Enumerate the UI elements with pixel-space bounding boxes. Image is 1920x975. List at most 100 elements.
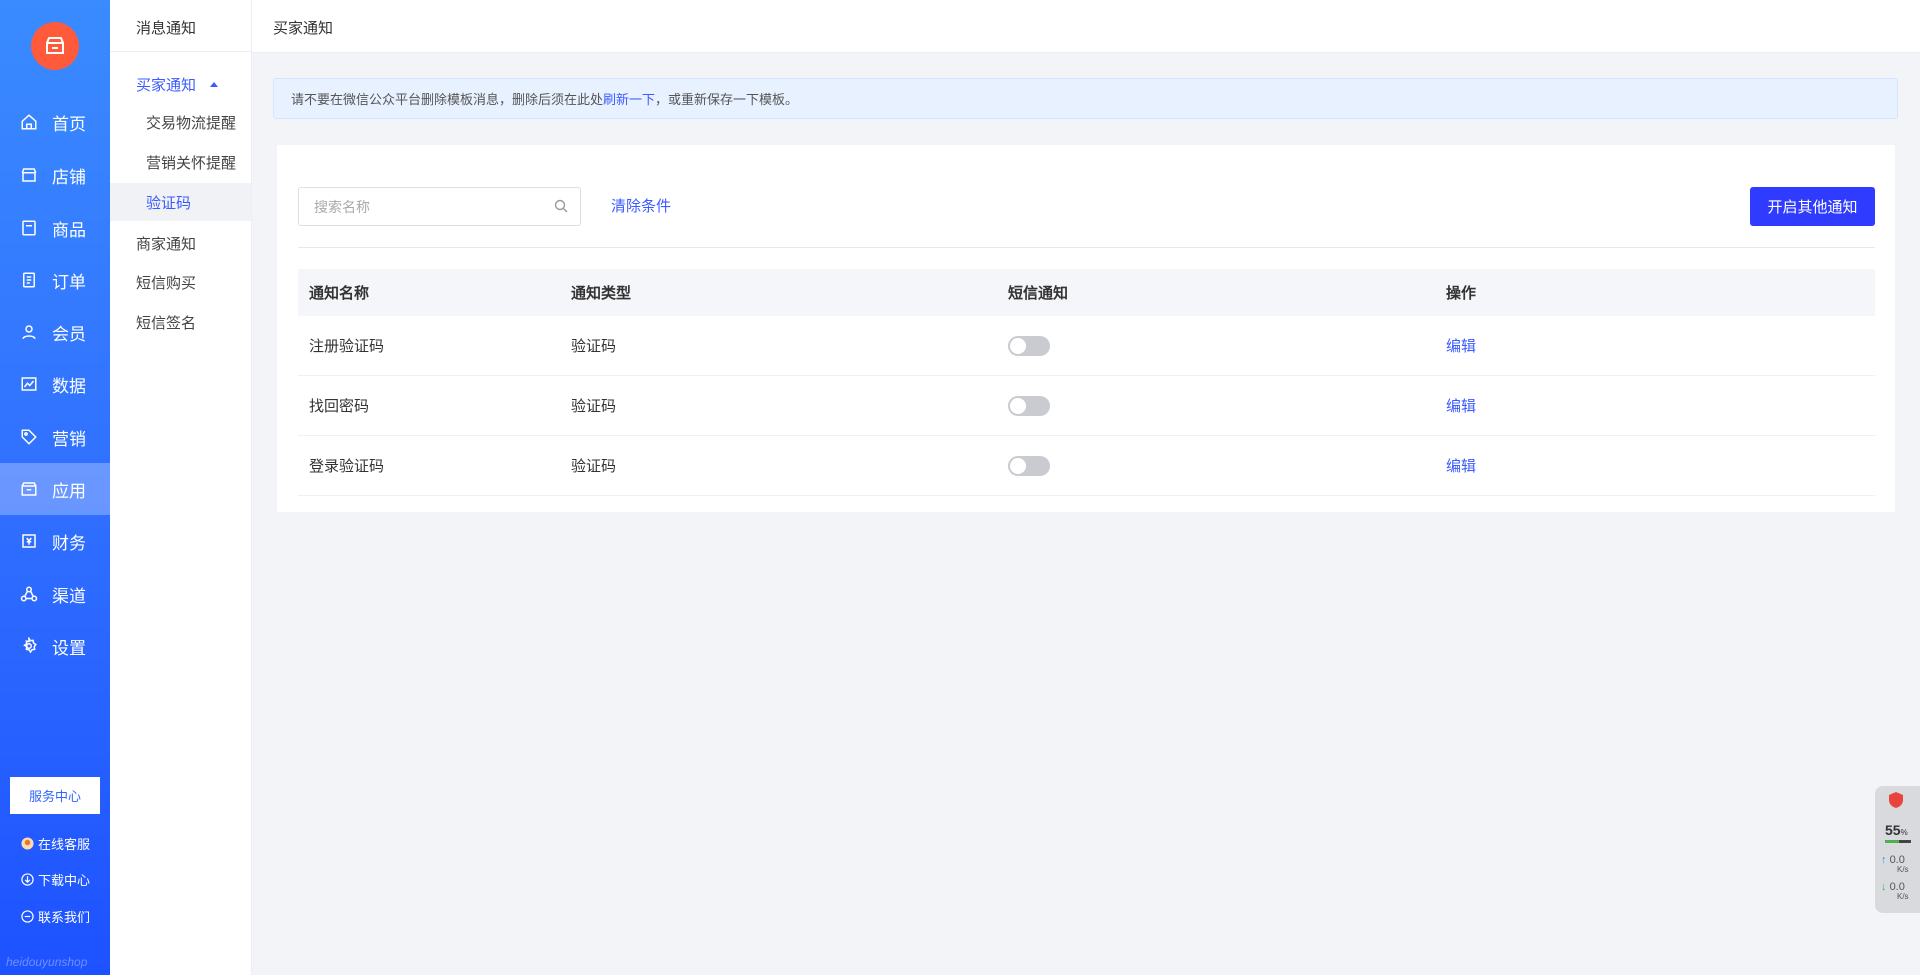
shield-badge-icon — [1889, 792, 1903, 808]
notification-name: 注册验证码 — [298, 316, 560, 376]
column-header: 操作 — [1446, 285, 1477, 302]
download-speed: ↓ 0.0 K/s — [1881, 881, 1909, 901]
nav-label: 数据 — [52, 376, 86, 396]
nav-label: 会员 — [52, 324, 86, 344]
divider — [298, 247, 1875, 248]
nav-label: 应用 — [52, 481, 86, 501]
notification-name: 找回密码 — [298, 375, 560, 436]
app-icon — [18, 478, 40, 500]
action-cell: 编辑 — [1435, 375, 1875, 436]
upload-speed: ↑ 0.0 K/s — [1881, 854, 1909, 874]
store-icon — [18, 164, 40, 186]
usage-bar — [1885, 840, 1911, 843]
store-logo-icon[interactable] — [31, 22, 79, 70]
download-center-link[interactable]: 下载中心 — [20, 870, 90, 889]
nav-item-home[interactable]: 首页 — [0, 96, 110, 148]
notification-type: 验证码 — [560, 435, 997, 496]
notice-banner: 请不要在微信公众平台删除模板消息，删除后须在此处 刷新一下 ，或重新保存一下模板… — [273, 78, 1898, 119]
notification-table: 通知名称 通知类型 短信通知 操作 注册验证码 验证码 编辑 找回密码 验证码 … — [298, 269, 1875, 496]
notification-type: 验证码 — [560, 316, 997, 376]
tag-icon — [18, 426, 40, 448]
page-title: 买家通知 — [273, 20, 334, 37]
subnav-item-merchant-notice[interactable]: 商家通知 — [110, 224, 251, 262]
nav-item-finance[interactable]: 财务 — [0, 515, 110, 567]
network-monitor-widget[interactable]: 55% ↑ 0.0 K/s ↓ 0.0 K/s — [1875, 786, 1920, 913]
subnav-title: 消息通知 — [136, 20, 197, 37]
nav-label: 首页 — [52, 114, 86, 134]
nav-item-store[interactable]: 店铺 — [0, 149, 110, 201]
edit-link[interactable]: 编辑 — [1446, 458, 1476, 475]
enable-other-notifications-button[interactable]: 开启其他通知 — [1750, 187, 1875, 226]
page-header: 买家通知 — [252, 0, 1920, 53]
nav-label: 商品 — [52, 220, 86, 240]
nav-item-order[interactable]: 订单 — [0, 254, 110, 306]
nav-item-channel[interactable]: 渠道 — [0, 568, 110, 620]
sms-toggle[interactable] — [1008, 395, 1050, 416]
nav-label: 渠道 — [52, 586, 86, 606]
subnav-item-sms-signature[interactable]: 短信签名 — [110, 303, 251, 341]
table-row: 注册验证码 验证码 编辑 — [298, 316, 1875, 376]
caret-up-icon — [210, 82, 219, 87]
subnav-group-buyer-notice[interactable]: 买家通知 — [136, 74, 219, 95]
nav-label: 订单 — [52, 272, 86, 292]
nav-item-data[interactable]: 数据 — [0, 358, 110, 410]
toggle-knob — [1010, 457, 1026, 474]
gear-icon — [18, 635, 40, 657]
table-header-row: 通知名称 通知类型 短信通知 操作 — [298, 269, 1875, 316]
nav-item-goods[interactable]: 商品 — [0, 202, 110, 254]
notification-type: 验证码 — [560, 375, 997, 436]
search-input[interactable] — [312, 197, 546, 216]
table-row: 登录验证码 验证码 编辑 — [298, 435, 1875, 496]
subnav-item-sms-purchase[interactable]: 短信购买 — [110, 263, 251, 301]
subnav-item-verification-code[interactable]: 验证码 — [110, 183, 251, 221]
sms-toggle-cell — [997, 375, 1435, 436]
nav-label: 店铺 — [52, 167, 86, 187]
home-icon — [18, 111, 40, 133]
search-icon[interactable] — [554, 199, 568, 217]
sms-toggle[interactable] — [1008, 335, 1050, 356]
edit-link[interactable]: 编辑 — [1446, 398, 1476, 415]
chat-icon — [20, 910, 34, 924]
sms-toggle[interactable] — [1008, 455, 1050, 476]
subnav-item-marketing-care[interactable]: 营销关怀提醒 — [110, 143, 251, 181]
table-row: 找回密码 验证码 编辑 — [298, 375, 1875, 436]
nav-item-marketing[interactable]: 营销 — [0, 411, 110, 463]
nav-item-settings[interactable]: 设置 — [0, 620, 110, 672]
finance-icon — [18, 530, 40, 552]
channel-icon — [18, 583, 40, 605]
footer-link-label: 下载中心 — [38, 873, 91, 888]
member-icon — [18, 321, 40, 343]
nav-label: 设置 — [52, 638, 86, 658]
notice-text-tail: ，或重新保存一下模板。 — [655, 92, 799, 107]
sms-toggle-cell — [997, 316, 1435, 376]
refresh-link[interactable]: 刷新一下 — [603, 89, 655, 108]
footer-link-label: 联系我们 — [38, 910, 91, 925]
sms-toggle-cell — [997, 435, 1435, 496]
notification-name: 登录验证码 — [298, 435, 560, 496]
subnav-item-trade-logistics[interactable]: 交易物流提醒 — [110, 103, 251, 141]
chart-icon — [18, 373, 40, 395]
column-header: 短信通知 — [1008, 285, 1069, 302]
subnav-group-label: 买家通知 — [136, 77, 197, 94]
online-support-link[interactable]: 在线客服 — [20, 834, 90, 853]
contact-us-link[interactable]: 联系我们 — [20, 907, 90, 926]
nav-label: 财务 — [52, 533, 86, 553]
main-sidebar: 首页 店铺 商品 订单 会员 数据 营销 应用 财务 渠道 设置 服务中心 在线… — [0, 0, 110, 975]
nav-item-member[interactable]: 会员 — [0, 306, 110, 358]
notice-text: 请不要在微信公众平台删除模板消息，删除后须在此处 — [291, 92, 604, 107]
usage-percent: 55% — [1885, 822, 1908, 838]
action-cell: 编辑 — [1435, 316, 1875, 376]
toggle-knob — [1010, 397, 1026, 414]
nav-item-app[interactable]: 应用 — [0, 463, 110, 515]
order-icon — [18, 269, 40, 291]
column-header: 通知类型 — [571, 285, 632, 302]
sub-sidebar: 消息通知 买家通知 交易物流提醒 营销关怀提醒 验证码 商家通知 短信购买 短信… — [110, 0, 252, 975]
nav-label: 营销 — [52, 429, 86, 449]
edit-link[interactable]: 编辑 — [1446, 338, 1476, 355]
download-icon — [20, 873, 34, 887]
brand-watermark: heidouyunshop — [6, 955, 88, 969]
support-avatar-icon — [20, 837, 34, 851]
clear-filters-link[interactable]: 清除条件 — [611, 195, 671, 216]
action-cell: 编辑 — [1435, 435, 1875, 496]
service-center-button[interactable]: 服务中心 — [10, 777, 100, 814]
